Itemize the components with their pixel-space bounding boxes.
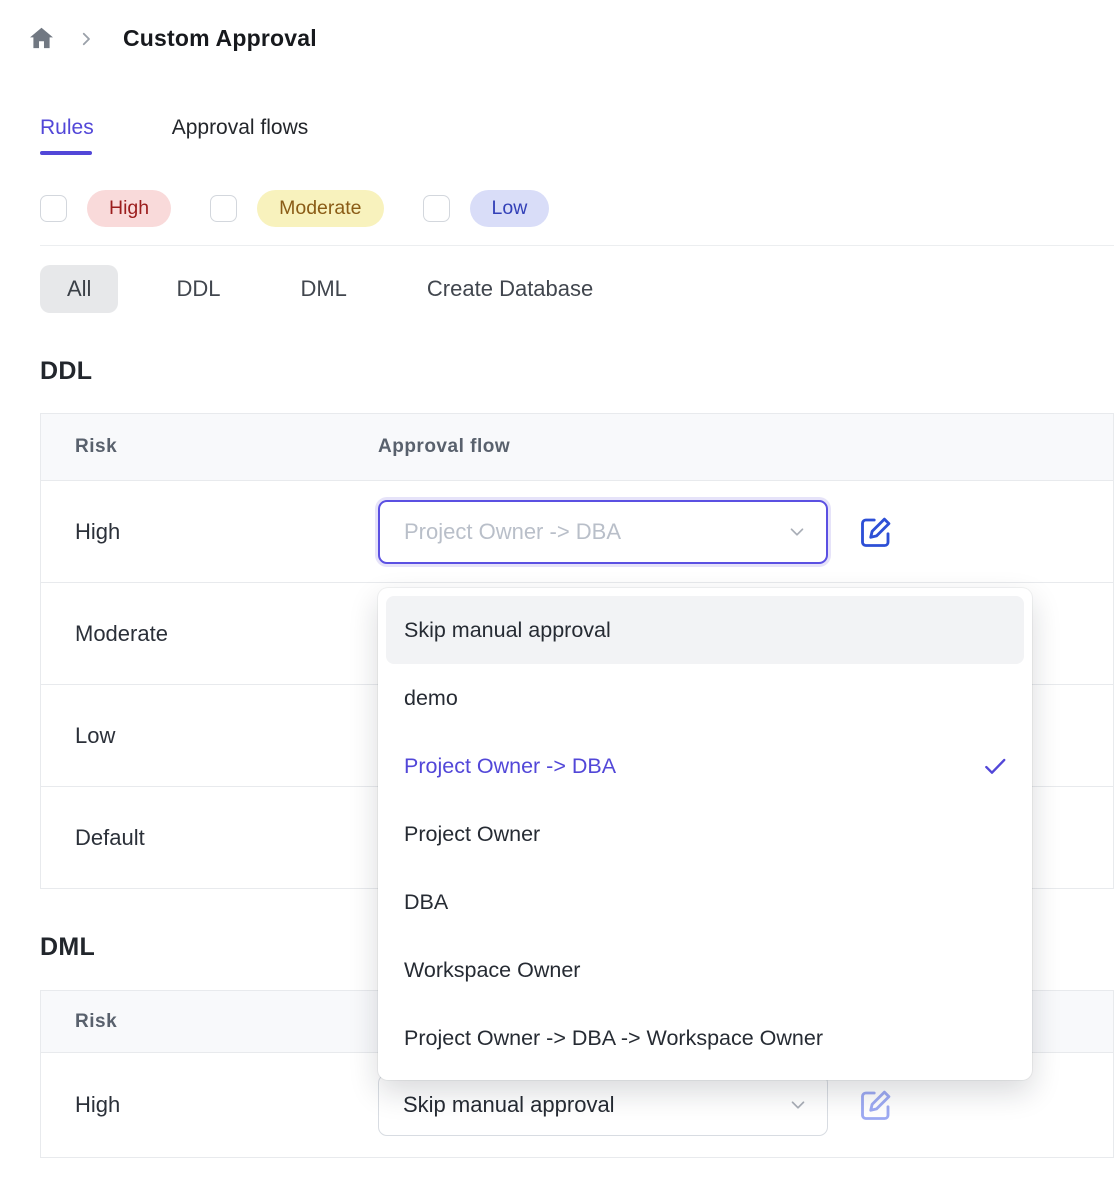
page-title: Custom Approval [123,25,317,52]
tab-bar: Rules Approval flows [40,116,1120,155]
tab-rules[interactable]: Rules [40,116,94,155]
dropdown-item-project-owner[interactable]: Project Owner [386,800,1024,868]
category-tab-dml[interactable]: DML [300,276,346,302]
edit-flow-button[interactable] [858,1085,898,1125]
custom-approval-page: Custom Approval Rules Approval flows Hig… [0,0,1120,1180]
dropdown-item-project-owner-dba-workspace-owner[interactable]: Project Owner -> DBA -> Workspace Owner [386,1004,1024,1072]
high-badge[interactable]: High [87,190,171,227]
chevron-down-icon [786,521,808,543]
edit-flow-button[interactable] [858,512,898,552]
dropdown-item-demo[interactable]: demo [386,664,1024,732]
chevron-down-icon [787,1094,809,1116]
moderate-badge[interactable]: Moderate [257,190,383,227]
dropdown-item-skip-manual-approval[interactable]: Skip manual approval [386,596,1024,664]
edit-pencil-icon [858,514,894,550]
category-tab-ddl[interactable]: DDL [176,276,220,302]
home-icon[interactable] [28,25,55,52]
dropdown-item-project-owner-dba[interactable]: Project Owner -> DBA [386,732,1024,800]
approval-flow-cell: Project Owner -> DBA [378,500,1113,564]
chevron-right-icon [77,30,95,48]
table-row-high: High Project Owner -> DBA [41,481,1113,583]
ddl-table-header: Risk Approval flow [41,414,1113,481]
category-filter-row: All DDL DML Create Database [40,265,1120,313]
risk-filter-moderate: Moderate [210,190,383,227]
dropdown-item-dba[interactable]: DBA [386,868,1024,936]
select-value: Skip manual approval [403,1092,787,1118]
ddl-high-flow-select[interactable]: Project Owner -> DBA [378,500,828,564]
dml-high-flow-select[interactable]: Skip manual approval [378,1074,828,1136]
breadcrumb: Custom Approval [0,0,1120,52]
column-header-risk: Risk [75,436,378,458]
divider [40,245,1114,246]
risk-label: High [75,1092,378,1118]
risk-filter-row: High Moderate Low [40,190,1120,227]
risk-label: Default [75,825,378,851]
column-header-risk: Risk [75,1011,378,1033]
low-badge[interactable]: Low [470,190,550,227]
check-icon [982,753,1008,779]
approval-flow-dropdown: Skip manual approval demo Project Owner … [378,588,1032,1080]
edit-pencil-icon [858,1087,894,1123]
category-tab-create-database[interactable]: Create Database [427,276,593,302]
high-checkbox[interactable] [40,195,67,222]
ddl-section-title: DDL [40,357,1120,386]
category-tab-all[interactable]: All [40,265,118,313]
risk-label: High [75,519,378,545]
tab-approval-flows[interactable]: Approval flows [172,116,309,155]
risk-filter-high: High [40,190,171,227]
column-header-approval-flow: Approval flow [378,436,1113,458]
moderate-checkbox[interactable] [210,195,237,222]
select-value: Project Owner -> DBA [404,519,786,545]
dropdown-item-workspace-owner[interactable]: Workspace Owner [386,936,1024,1004]
risk-label: Low [75,723,378,749]
dropdown-item-label: Project Owner -> DBA [404,754,616,779]
risk-filter-low: Low [423,190,550,227]
low-checkbox[interactable] [423,195,450,222]
risk-label: Moderate [75,621,378,647]
approval-flow-cell: Skip manual approval [378,1074,1113,1136]
